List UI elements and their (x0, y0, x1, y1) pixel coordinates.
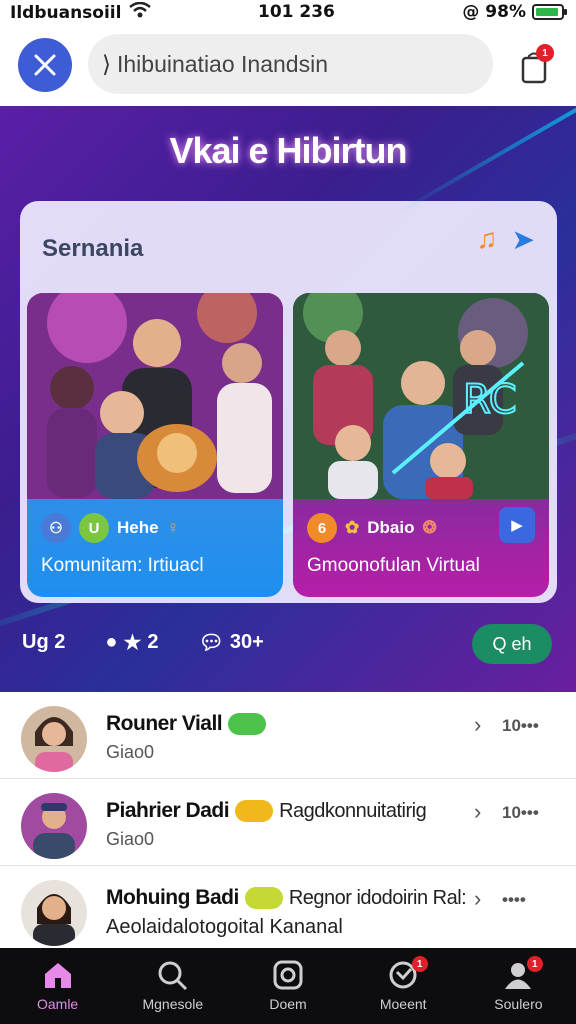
nav-profile[interactable]: 1 Soulero (461, 948, 576, 1024)
bottom-nav: Oamle Mgnesole Doem 1 Moeent 1 Soulero (0, 948, 576, 1024)
chevron-right-icon[interactable]: › (474, 886, 481, 912)
status-pill (228, 713, 267, 736)
paint-icon[interactable]: ➤ (512, 223, 535, 256)
featured-panel: Sernania ♫ ➤ ⚇ U Hehe ♀ Komunitam: Irtiu… (20, 201, 557, 603)
item-count: •••• (502, 890, 526, 909)
hero-title: Vkai e Hibirtun (169, 130, 407, 171)
card-tag-label: Dbaio (367, 518, 415, 537)
item-name: Piahrier Dadi Ragdkonnuitatirig (106, 799, 427, 823)
rating-label: 2 (147, 631, 159, 653)
search-text: Ihibuinatiao Inandsin (116, 50, 328, 77)
close-icon (34, 54, 56, 76)
app-logo-button[interactable] (18, 38, 72, 92)
battery-icon (532, 4, 567, 20)
comment-icon: 💬︎ (198, 632, 224, 654)
item-name-text: Rouner Viall (106, 712, 223, 735)
search-icon (158, 961, 187, 990)
item-name: Mohuing Badi Regnor idodoirin Ral: (106, 886, 467, 910)
home-icon (44, 963, 71, 988)
list-item[interactable]: Piahrier Dadi Ragdkonnuitatirig Giao0 › 1… (0, 779, 576, 866)
card-caption: Gmoonofulan Virtual (307, 555, 480, 576)
card-caption: Komunitam: Irtiuacl (41, 555, 204, 576)
nav-label: Soulero (494, 996, 543, 1012)
panel-title: Sernania (42, 235, 144, 262)
share-icon[interactable]: ⚇ (41, 513, 71, 543)
item-extra: Regnor idodoirin Ral: (288, 887, 467, 909)
nav-search[interactable]: Mgnesole (115, 948, 230, 1024)
lollipop-icon: ♀ (166, 518, 180, 537)
item-subtitle: Giao0 (106, 742, 155, 762)
rating-stat[interactable]: ● ★ 2 (105, 630, 158, 655)
nav-label: Mgnesole (142, 996, 204, 1012)
item-name-text: Piahrier Dadi (106, 799, 230, 822)
nav-home[interactable]: Oamle (0, 948, 115, 1024)
community-image (27, 293, 283, 499)
community-card[interactable]: ⚇ U Hehe ♀ Komunitam: Irtiuacl (27, 293, 283, 597)
chevron-right-icon[interactable]: › (474, 712, 481, 738)
item-count: 10••• (502, 803, 539, 822)
nav-badge: 1 (526, 956, 543, 972)
carrier-label: Ildbuansoiil (10, 2, 122, 23)
music-note-icon[interactable]: ♫ (477, 223, 498, 256)
comments-stat[interactable]: 💬︎ 30+ (199, 630, 264, 655)
notifications-button[interactable]: 1 (516, 44, 556, 88)
item-name-text: Mohuing Badi (106, 886, 239, 909)
nav-label: Oamle (36, 996, 79, 1012)
avatar (21, 793, 87, 859)
clock: 101 236 (258, 2, 335, 22)
item-extra: Ragdkonnuitatirig (279, 800, 427, 822)
item-subtitle: Giao0 (106, 829, 155, 849)
search-input[interactable]: ⟩ Ihibuinatiao Inandsin (88, 34, 493, 94)
nav-moment[interactable]: 1 Moeent (346, 948, 461, 1024)
avatar (21, 706, 87, 772)
status-pill (235, 800, 274, 823)
list-item[interactable]: Mohuing Badi Regnor idodoirin Ral: Aeolai… (0, 866, 576, 953)
battery-text: @ 98% (462, 2, 526, 22)
virtual-image: RC (293, 293, 549, 499)
cursor-icon: ⟩ (102, 50, 111, 77)
avatar (21, 880, 87, 946)
comments-label: 30+ (229, 631, 264, 653)
play-button[interactable]: ▶ (499, 507, 535, 543)
item-subtitle: Aeolaidalotogoital Kananal (106, 916, 343, 938)
puzzle-icon: ✿ (345, 518, 360, 537)
status-pill (244, 887, 283, 910)
cat-icon: ❂ (422, 518, 437, 537)
chat-icon: ● (105, 631, 118, 653)
members-stat[interactable]: Ug 2 (22, 631, 65, 654)
nav-badge: 1 (411, 956, 428, 972)
item-name: Rouner Viall (106, 712, 267, 736)
star-icon: ★ (123, 632, 142, 654)
community-list: Rouner Viall Giao0 › 10••• Piahrier Dadi… (0, 692, 576, 953)
wifi-icon (129, 1, 152, 23)
join-button[interactable]: Q eh (472, 624, 552, 664)
chevron-right-icon[interactable]: › (474, 799, 481, 825)
members-label: Ug 2 (22, 631, 66, 653)
nav-label: Doem (269, 996, 307, 1012)
notification-badge: 1 (536, 44, 554, 62)
instagram-icon (273, 960, 303, 990)
status-bar: Ildbuansoiil 101 236 @ 98% (0, 0, 576, 28)
trophy-icon: U (79, 513, 109, 543)
virtual-card[interactable]: RC 6 ✿ Dbaio ❂ ▶ Gmoonofulan Virtual (293, 293, 549, 597)
card-tag-label: Hehe (117, 518, 159, 537)
emoji-icon: 6 (307, 513, 337, 543)
nav-label: Moeent (379, 996, 427, 1012)
top-bar: ⟩ Ihibuinatiao Inandsin 1 (0, 28, 576, 106)
svg-text:RC: RC (463, 377, 517, 423)
stats-row: Ug 2 ● ★ 2 💬︎ 30+ (22, 630, 264, 655)
hero-banner: Vkai e Hibirtun Sernania ♫ ➤ ⚇ U Hehe ♀ … (0, 106, 576, 692)
nav-doem[interactable]: Doem (230, 948, 345, 1024)
item-count: 10••• (502, 716, 539, 735)
list-item[interactable]: Rouner Viall Giao0 › 10••• (0, 692, 576, 779)
